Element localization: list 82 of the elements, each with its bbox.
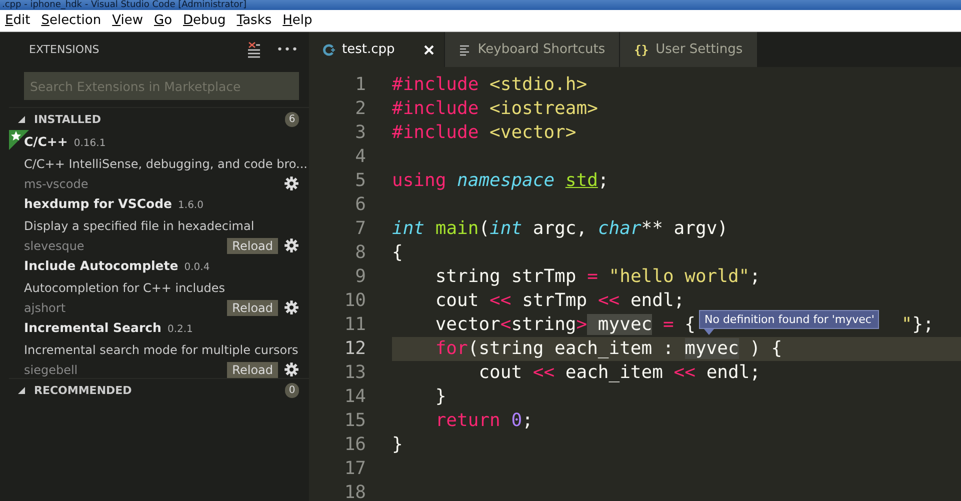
extension-version: 0.2.1 — [167, 324, 193, 335]
line-number: 2 — [354, 97, 367, 121]
extension-description: C/C++ IntelliSense, debugging, and code bro... — [24, 156, 308, 173]
extension-description: Incremental search mode for multiple cursors — [24, 342, 298, 359]
code-line: } — [434, 386, 446, 407]
extension-name: C/C++ — [24, 134, 68, 149]
tooltip-pointer-icon — [704, 329, 714, 335]
line-number: 14 — [343, 385, 367, 409]
section-header[interactable]: INSTALLED — [34, 112, 102, 126]
sidebar-title: EXTENSIONS — [29, 43, 100, 56]
reload-button[interactable]: Reload — [227, 238, 278, 254]
code-line: { — [392, 242, 403, 263]
code-line: cout << each_item << endl; — [478, 362, 761, 383]
line-number: 12 — [343, 337, 367, 361]
code-line: for(string each_item : myvec ) { — [434, 338, 782, 359]
line-number: 10 — [343, 289, 367, 313]
extension-publisher: ajshort — [24, 300, 66, 314]
editor-tab[interactable]: test.cpp — [309, 32, 445, 67]
line-number: 9 — [354, 265, 367, 289]
menu-item[interactable]: Go — [154, 13, 178, 28]
menu-item[interactable]: Help — [282, 13, 318, 28]
code-line: vector<string> myvec = { — [434, 314, 696, 335]
settings-gear-icon[interactable] — [284, 176, 299, 191]
editor-tab[interactable]: {} User Settings — [620, 32, 758, 67]
count-badge: 6 — [285, 112, 299, 126]
code-text: "}; — [901, 314, 934, 335]
line-number: 18 — [343, 481, 367, 501]
line-number: 11 — [343, 313, 367, 337]
line-number: 6 — [354, 193, 367, 217]
menu-item[interactable]: View — [112, 13, 149, 28]
extension-publisher: siegebell — [24, 362, 78, 376]
window-title: .cpp - iphone_hdk - Visual Studio Code [Administrator] — [1, 0, 248, 10]
line-number: 7 — [354, 217, 367, 241]
extension-name: hexdump for VSCode — [24, 196, 172, 211]
line-number: 16 — [343, 433, 367, 457]
expand-triangle-icon[interactable] — [17, 386, 25, 394]
code-line: return 0; — [434, 410, 533, 431]
line-number: 15 — [343, 409, 367, 433]
line-number: 13 — [343, 361, 367, 385]
code-line: #include <iostream> — [392, 98, 598, 119]
cpp-file-icon — [323, 44, 335, 56]
lines-icon — [458, 44, 471, 56]
menu-item[interactable]: Edit — [5, 13, 36, 28]
line-number: 5 — [354, 169, 367, 193]
code-line: string strTmp = "hello world"; — [434, 266, 760, 287]
extension-description: Display a specified file in hexadecimal — [24, 218, 254, 235]
menu-item[interactable]: Debug — [183, 13, 232, 28]
section-header[interactable]: RECOMMENDED — [34, 384, 132, 396]
menu-item[interactable]: Tasks — [236, 13, 278, 28]
extension-name: Incremental Search — [24, 320, 162, 335]
line-number: 8 — [354, 241, 367, 265]
code-line: int main(int argc, char** argv) — [392, 218, 728, 239]
settings-gear-icon[interactable] — [284, 238, 299, 253]
line-number: 4 — [354, 145, 367, 169]
code-line: using namespace std; — [392, 170, 609, 191]
code-line: } — [392, 434, 403, 455]
line-number: 17 — [343, 457, 367, 481]
expand-triangle-icon[interactable] — [17, 115, 25, 123]
braces-icon: {} — [634, 42, 649, 56]
extension-description: Autocompletion for C++ includes — [24, 280, 225, 297]
reload-button[interactable]: Reload — [227, 300, 278, 316]
settings-gear-icon[interactable] — [284, 362, 299, 377]
code-line: cout << strTmp << endl; — [434, 290, 685, 311]
extension-version: 0.0.4 — [184, 262, 210, 273]
line-number: 1 — [354, 73, 367, 97]
line-number: 3 — [354, 121, 367, 145]
editor-tab[interactable]: Keyboard Shortcuts — [444, 32, 620, 67]
code-line: #include <vector> — [392, 122, 576, 143]
extension-publisher: slevesque — [24, 238, 84, 252]
code-line: #include <stdio.h> — [392, 74, 588, 95]
more-actions-button[interactable]: ••• — [276, 43, 299, 56]
extension-publisher: ms-vscode — [24, 176, 88, 190]
extension-version: 0.16.1 — [74, 138, 106, 149]
close-icon[interactable] — [424, 44, 434, 54]
settings-gear-icon[interactable] — [284, 300, 299, 315]
reload-button[interactable]: Reload — [227, 362, 278, 378]
hover-tooltip: No definition found for 'myvec' — [699, 310, 880, 329]
extension-list-item[interactable]: C/C++ 0.16.1 C/C++ IntelliSense, debugging, and code bro... ms-vscode — [9, 130, 309, 192]
count-badge: 0 — [285, 382, 299, 398]
extension-version: 1.6.0 — [178, 200, 204, 211]
menu-item[interactable]: Selection — [41, 13, 108, 28]
extension-name: Include Autocomplete — [24, 258, 178, 273]
